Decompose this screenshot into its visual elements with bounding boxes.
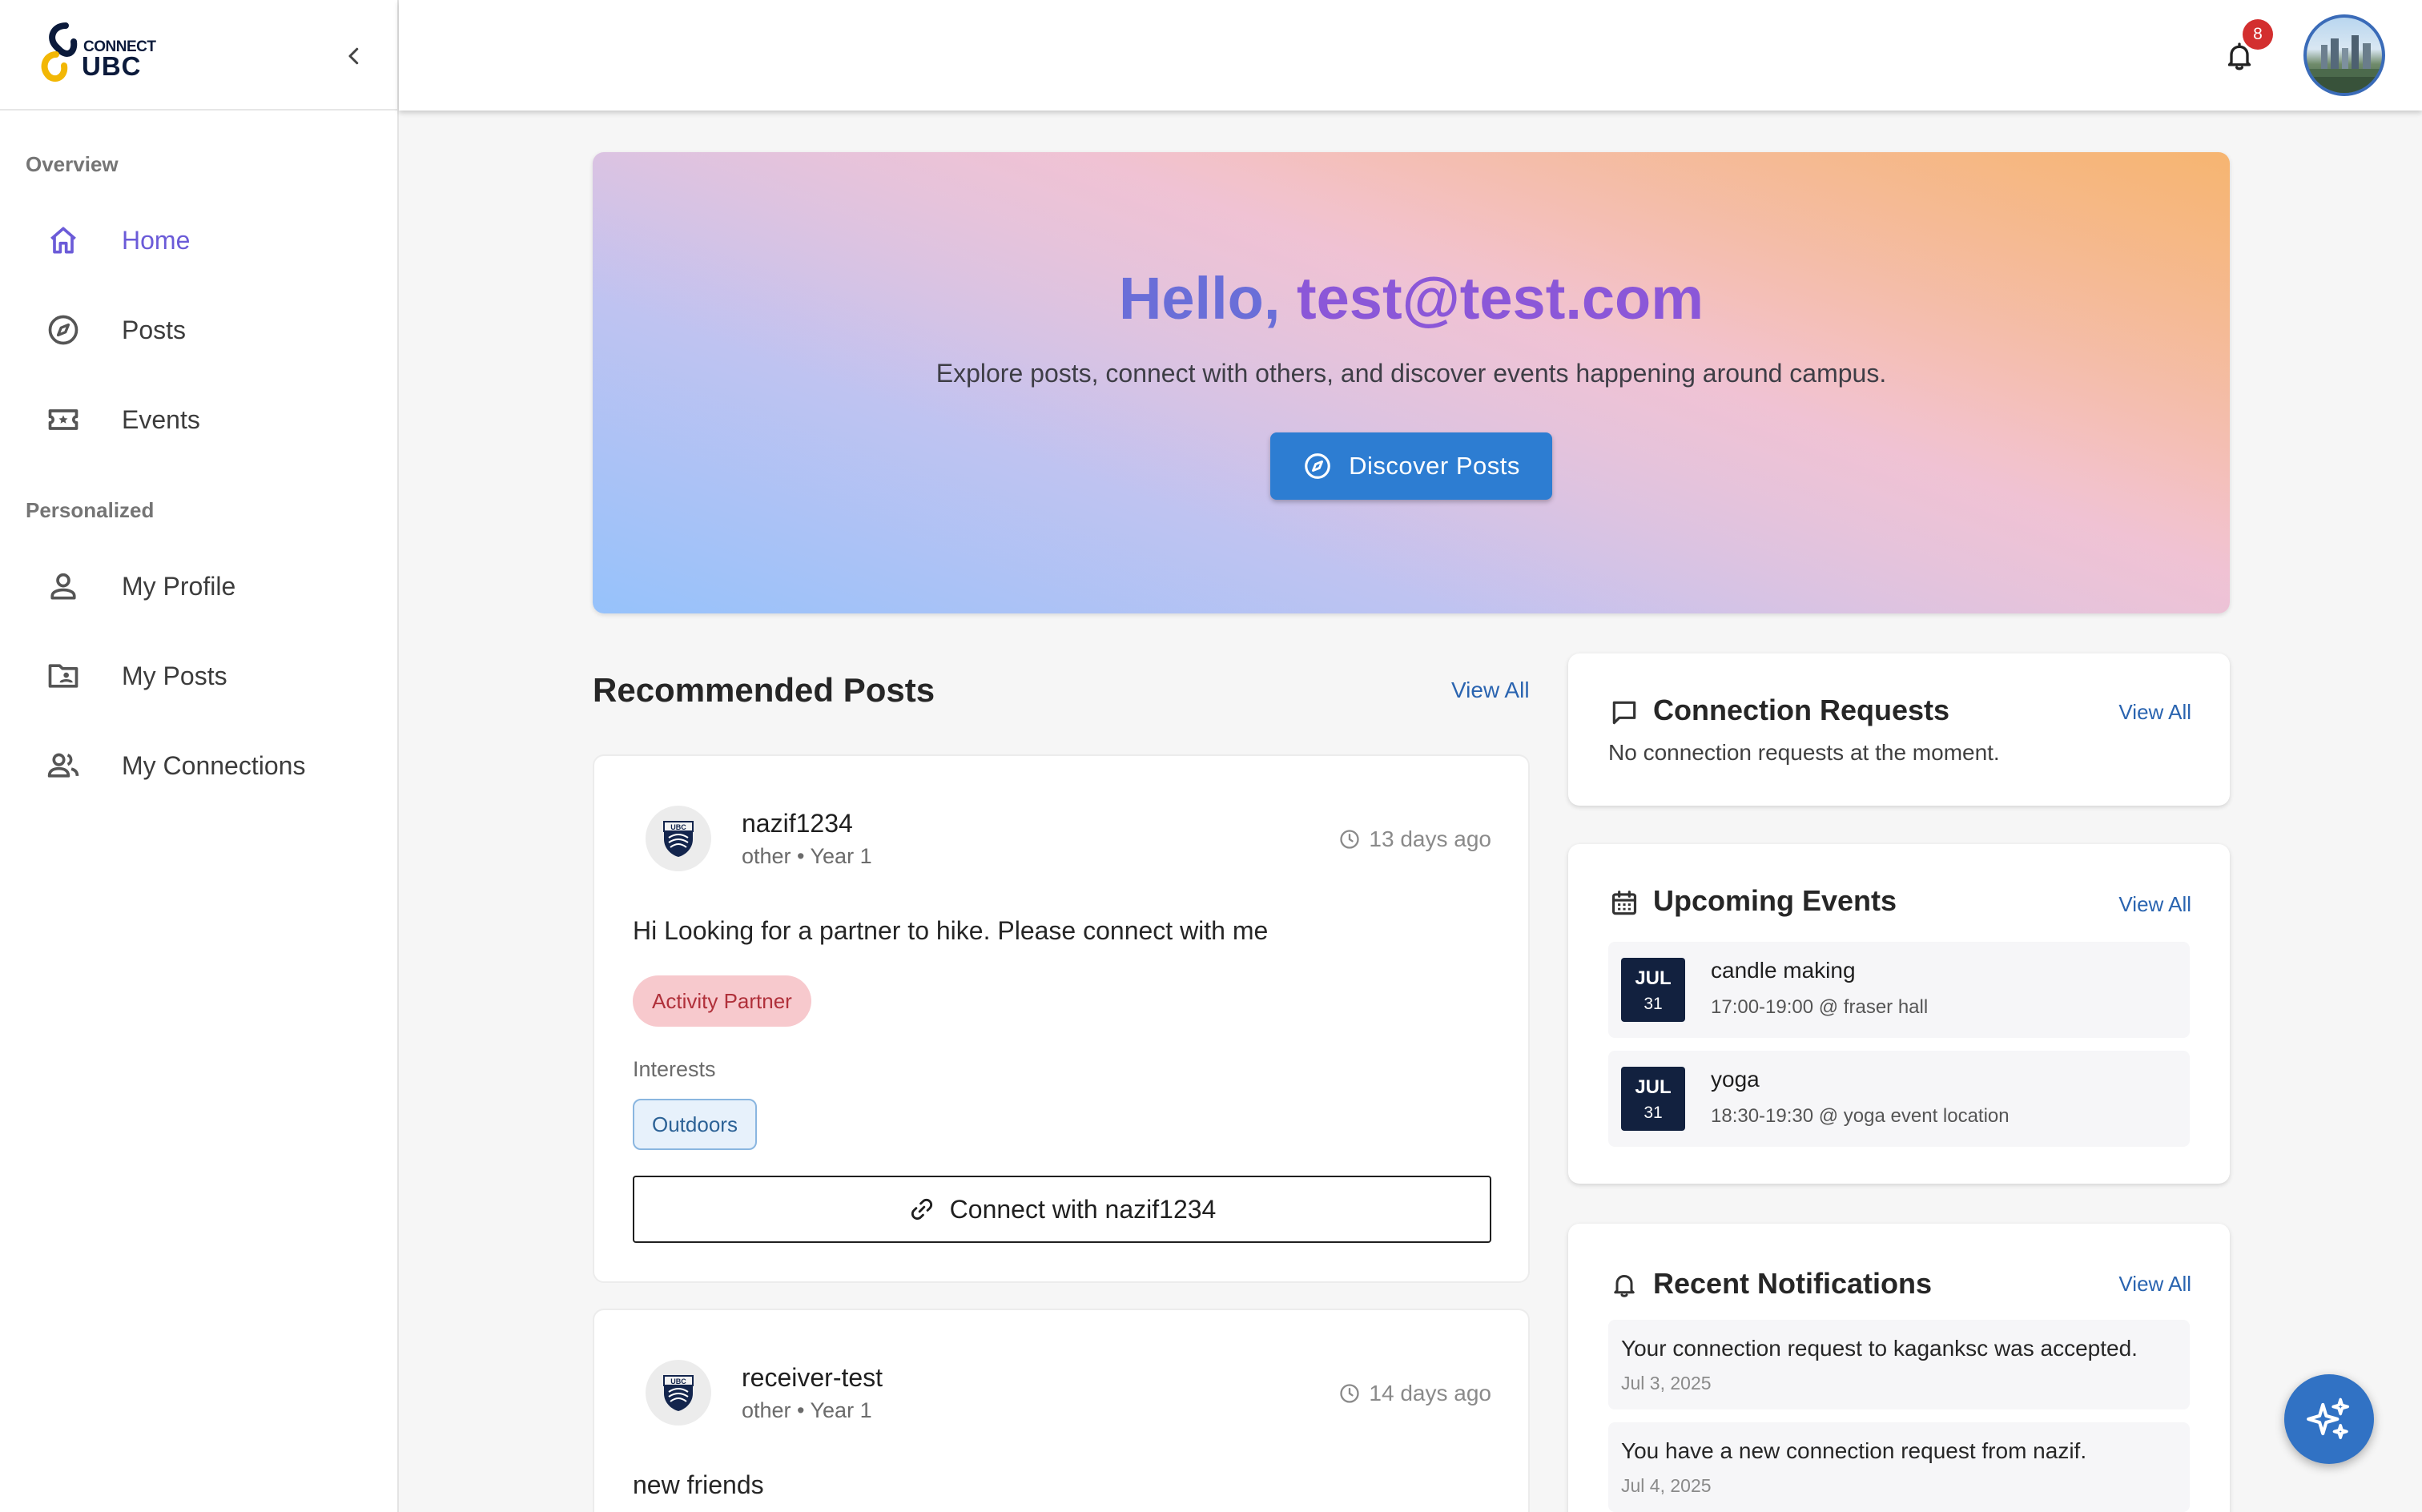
notification-date: Jul 4, 2025 [1621,1475,1712,1496]
post-card: UBC nazif1234 other • Year 1 13 days ago… [593,754,1530,1283]
notification-text: Your connection request to kaganksc was … [1621,1336,2138,1361]
person-icon [45,568,82,605]
user-avatar[interactable] [2303,14,2385,96]
post-author-username: nazif1234 [742,809,853,838]
notification-date: Jul 3, 2025 [1621,1373,1712,1393]
post-timestamp: 14 days ago [1338,1381,1491,1406]
nav-section-overview: Overview [26,152,119,176]
event-name: yoga [1711,1067,1760,1092]
sidebar-item-my-profile[interactable]: My Profile [0,548,397,625]
sidebar-item-label: Posts [122,315,187,344]
post-author-avatar: UBC [646,806,711,871]
connect-ubc-logo[interactable]: CONNECT UBC [35,21,171,83]
upcoming-events-view-all-link[interactable]: View All [2118,892,2191,917]
recent-notifications-view-all-link[interactable]: View All [2118,1272,2191,1297]
chat-bubble-icon [1608,697,1640,729]
nav-section-personalized: Personalized [26,498,155,522]
notification-count-badge: 8 [2243,19,2273,50]
event-month: JUL [1635,967,1672,989]
folder-user-icon [45,657,82,694]
event-date-badge: JUL 31 [1621,958,1685,1022]
event-name: candle making [1711,958,1856,983]
interests-label: Interests [633,1057,716,1081]
compass-icon [45,312,82,348]
event-month: JUL [1635,1076,1672,1098]
post-timestamp: 13 days ago [1338,826,1491,852]
hero-greeting: Hello, test@test.com [593,264,2230,332]
recommended-posts-title: Recommended Posts [593,671,935,709]
event-time-location: 17:00-19:00 @ fraser hall [1711,996,1929,1018]
sidebar-item-label: Home [122,225,191,255]
svg-text:UBC: UBC [670,1377,686,1385]
discover-posts-label: Discover Posts [1349,452,1520,480]
people-icon [45,747,82,784]
post-body-text: Hi Looking for a partner to hike. Please… [633,916,1269,945]
hero-user-email: test@test.com [1296,265,1704,332]
connection-requests-title: Connection Requests [1653,694,1950,726]
sidebar: CONNECT UBC Overview Home Posts Events P… [0,0,399,1512]
top-app-bar [399,0,2422,111]
sidebar-item-label: My Posts [122,661,227,690]
connect-button-label: Connect with nazif1234 [949,1194,1217,1224]
interest-chip: Outdoors [633,1099,757,1150]
post-author-meta: other • Year 1 [742,844,872,868]
app-root: CONNECT UBC Overview Home Posts Events P… [0,0,2422,1512]
svg-text:UBC: UBC [670,823,686,831]
recommended-view-all-link[interactable]: View All [1451,678,1530,703]
welcome-hero-banner: Hello, test@test.com Explore posts, conn… [593,152,2230,613]
compass-icon [1305,453,1330,479]
sidebar-item-my-connections[interactable]: My Connections [0,727,397,804]
notification-text: You have a new connection request from n… [1621,1438,2087,1463]
post-category-tag: Activity Partner [633,975,811,1027]
clock-icon [1340,830,1360,849]
chevron-left-icon [348,47,359,65]
ubc-crest-icon: UBC [663,821,694,857]
event-time-location: 18:30-19:30 @ yoga event location [1711,1105,2010,1127]
connect-button[interactable]: Connect with nazif1234 [633,1176,1491,1243]
connection-requests-empty-text: No connection requests at the moment. [1608,740,2000,765]
post-time-text: 13 days ago [1369,826,1491,851]
event-day: 31 [1644,995,1663,1013]
sidebar-item-my-posts[interactable]: My Posts [0,637,397,714]
sidebar-item-home[interactable]: Home [0,202,397,279]
hero-greeting-word: Hello, [1118,265,1281,332]
post-body-text: new friends [633,1470,764,1499]
ubc-crest-icon: UBC [663,1375,694,1411]
post-author-username: receiver-test [742,1363,883,1392]
bell-icon [1608,1269,1640,1301]
sidebar-item-label: My Profile [122,571,236,601]
sidebar-item-label: Events [122,404,200,434]
post-author-avatar: UBC [646,1360,711,1426]
logo-text-ubc: UBC [82,51,142,81]
notification-item[interactable]: Your connection request to kaganksc was … [1608,1320,2190,1409]
sparkles-icon [2307,1397,2350,1440]
link-icon [911,1198,932,1220]
connection-requests-card: Connection Requests View All No connecti… [1568,653,2230,806]
upcoming-events-title: Upcoming Events [1653,884,1897,917]
sidebar-item-label: My Connections [122,750,306,780]
recent-notifications-card: Recent Notifications View All Your conne… [1568,1224,2230,1512]
hero-subtitle: Explore posts, connect with others, and … [935,359,1887,388]
recent-notifications-title: Recent Notifications [1653,1267,1933,1300]
upcoming-events-card: Upcoming Events View All JUL 31 candle m… [1568,844,2230,1184]
post-card: UBC receiver-test other • Year 1 14 days… [593,1309,1530,1512]
notification-item[interactable]: You have a new connection request from n… [1608,1422,2190,1512]
calendar-icon [1608,887,1640,919]
ticket-icon [45,401,82,438]
post-author-meta: other • Year 1 [742,1398,872,1422]
home-icon [45,222,82,259]
sidebar-item-events[interactable]: Events [0,381,397,458]
clock-icon [1340,1384,1360,1403]
sidebar-item-posts[interactable]: Posts [0,292,397,368]
post-time-text: 14 days ago [1369,1381,1491,1405]
discover-posts-button[interactable]: Discover Posts [1270,432,1552,500]
event-date-badge: JUL 31 [1621,1067,1685,1131]
collapse-sidebar-button[interactable] [336,38,372,74]
sidebar-header: CONNECT UBC [0,0,397,111]
connection-requests-view-all-link[interactable]: View All [2118,700,2191,725]
event-day: 31 [1644,1104,1663,1122]
event-list-item[interactable]: JUL 31 yoga 18:30-19:30 @ yoga event loc… [1608,1051,2190,1147]
ai-assistant-button[interactable] [2284,1374,2374,1464]
event-list-item[interactable]: JUL 31 candle making 17:00-19:00 @ frase… [1608,942,2190,1038]
